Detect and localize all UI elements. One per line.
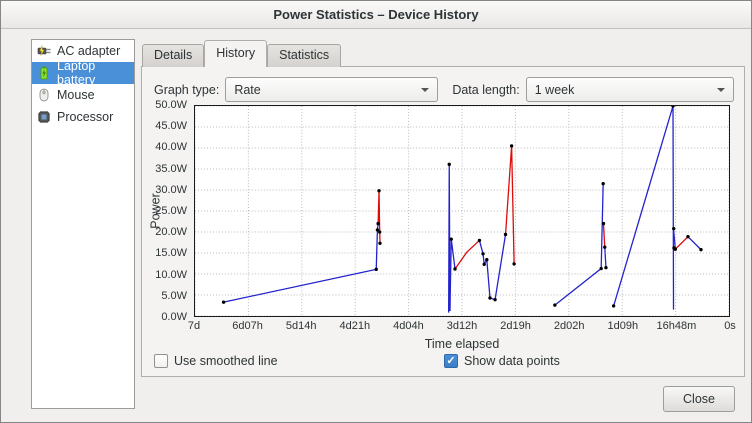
tab-statistics[interactable]: Statistics (267, 44, 341, 67)
x-tick-label: 2d02h (554, 320, 585, 332)
x-tick-label: 0s (724, 320, 736, 332)
sidebar-item-label: Laptop battery (57, 59, 130, 87)
window-title: Power Statistics – Device History (273, 7, 478, 22)
sidebar-item-label: Mouse (57, 88, 95, 102)
mouse-icon (36, 87, 52, 103)
show-points-option: ✓ Show data points (444, 354, 560, 368)
close-button[interactable]: Close (663, 386, 735, 412)
y-axis-ticks: 50.0W 45.0W 40.0W 35.0W 30.0W 25.0W 20.0… (142, 105, 190, 317)
battery-icon (36, 65, 52, 81)
processor-icon (36, 109, 52, 125)
x-tick-label: 4d04h (393, 320, 424, 332)
x-tick-label: 5d14h (286, 320, 317, 332)
y-tick-label: 50.0W (155, 99, 187, 111)
x-axis-title: Time elapsed (194, 337, 730, 351)
smoothed-line-label: Use smoothed line (174, 354, 278, 368)
x-tick-label: 4d21h (340, 320, 371, 332)
sidebar-item-mouse[interactable]: Mouse (32, 84, 134, 106)
x-tick-label: 3d12h (447, 320, 478, 332)
x-axis-ticks: 7d 6d07h 5d14h 4d21h 4d04h 3d12h 2d19h 2… (194, 320, 730, 334)
device-list: AC adapter Laptop battery Mouse (31, 39, 135, 409)
graph-type-value: Rate (234, 83, 413, 97)
y-tick-label: 5.0W (161, 290, 187, 302)
x-tick-label: 7d (188, 320, 200, 332)
x-tick-label: 2d19h (500, 320, 531, 332)
y-tick-label: 40.0W (155, 141, 187, 153)
sidebar-item-label: Processor (57, 110, 113, 124)
data-length-label: Data length: (452, 83, 519, 97)
y-tick-label: 25.0W (155, 205, 187, 217)
sidebar-item-processor[interactable]: Processor (32, 106, 134, 128)
titlebar[interactable]: Power Statistics – Device History (1, 1, 751, 29)
y-tick-label: 45.0W (155, 120, 187, 132)
y-tick-label: 15.0W (155, 247, 187, 259)
tab-details[interactable]: Details (142, 44, 204, 67)
chevron-down-icon (421, 88, 429, 92)
power-statistics-window: Power Statistics – Device History AC ada… (0, 0, 752, 423)
data-length-value: 1 week (535, 83, 709, 97)
history-panel: Graph type: Rate Data length: 1 week Pow… (141, 66, 745, 377)
smoothed-line-option: Use smoothed line (154, 354, 278, 368)
graph-type-dropdown[interactable]: Rate (225, 77, 438, 102)
chart-options: Use smoothed line ✓ Show data points (154, 354, 732, 372)
y-tick-label: 30.0W (155, 184, 187, 196)
y-tick-label: 20.0W (155, 226, 187, 238)
notebook-tabs: Details History Statistics (142, 41, 341, 67)
chart-canvas (195, 106, 729, 316)
smoothed-line-checkbox[interactable] (154, 354, 168, 368)
sidebar-item-label: AC adapter (57, 44, 120, 58)
chart-controls: Graph type: Rate Data length: 1 week (154, 77, 734, 102)
y-tick-label: 0.0W (161, 311, 187, 323)
show-points-label: Show data points (464, 354, 560, 368)
y-tick-label: 10.0W (155, 269, 187, 281)
ac-adapter-icon (36, 43, 52, 59)
data-length-dropdown[interactable]: 1 week (526, 77, 734, 102)
sidebar-item-laptop-battery[interactable]: Laptop battery (32, 62, 134, 84)
chevron-down-icon (717, 88, 725, 92)
x-tick-label: 6d07h (232, 320, 263, 332)
tab-history[interactable]: History (204, 40, 267, 67)
graph-type-label: Graph type: (154, 83, 219, 97)
x-tick-label: 1d09h (608, 320, 639, 332)
history-chart (194, 105, 730, 317)
x-tick-label: 16h48m (657, 320, 697, 332)
show-points-checkbox[interactable]: ✓ (444, 354, 458, 368)
y-tick-label: 35.0W (155, 163, 187, 175)
